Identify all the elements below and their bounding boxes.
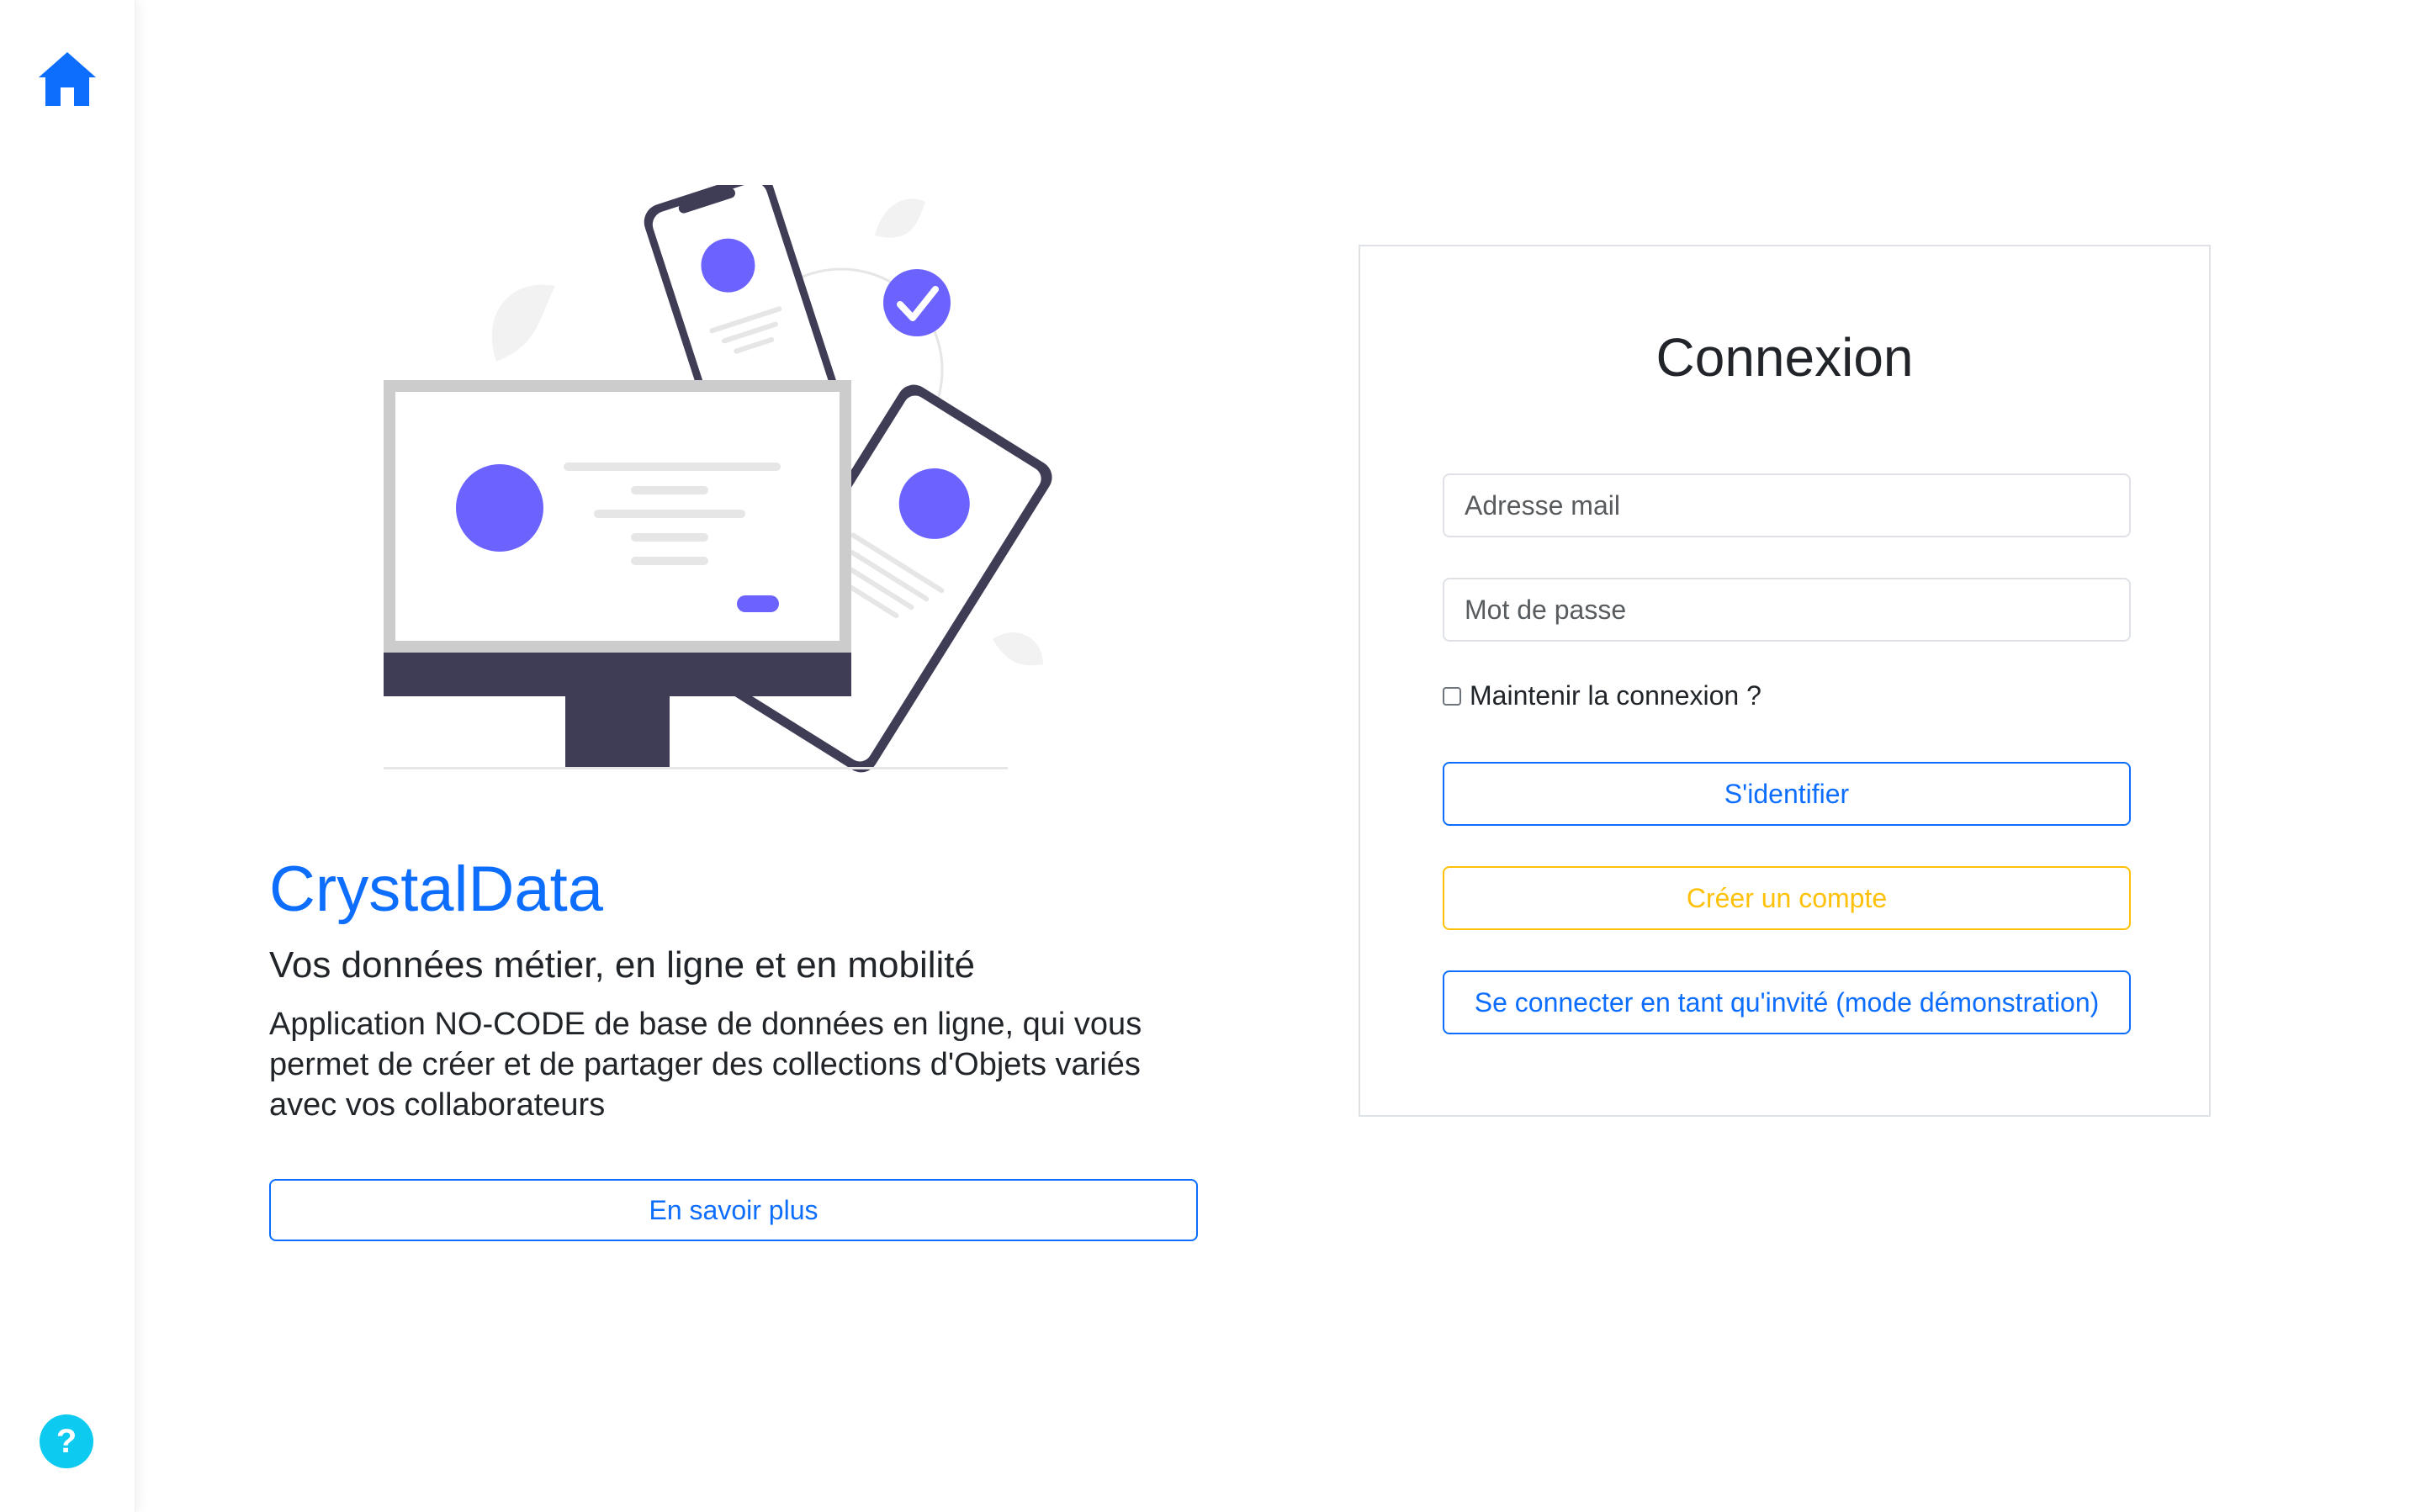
- sidebar: ?: [0, 0, 135, 1512]
- ground-line: [384, 767, 1008, 769]
- login-button[interactable]: S'identifier: [1443, 762, 2131, 826]
- login-title: Connexion: [1655, 327, 1914, 388]
- question-icon[interactable]: ?: [40, 1414, 93, 1468]
- description: Application NO-CODE de base de données e…: [269, 1007, 1142, 1123]
- devices-illustration: [370, 173, 1094, 774]
- guest-login-button[interactable]: Se connecter en tant qu'invité (mode dém…: [1443, 970, 2131, 1034]
- leaf-decoration: [875, 198, 925, 238]
- email-input[interactable]: [1443, 473, 2131, 537]
- leaf-decoration: [993, 632, 1043, 666]
- remember-checkbox[interactable]: [1443, 686, 1461, 706]
- create-account-button[interactable]: Créer un compte: [1443, 866, 2131, 930]
- brand-title: CrystalData: [269, 854, 603, 925]
- home-icon[interactable]: [35, 49, 99, 109]
- remember-me[interactable]: Maintenir la connexion ?: [1443, 680, 1761, 711]
- leaf-decoration: [491, 284, 555, 362]
- learn-more-button[interactable]: En savoir plus: [269, 1179, 1198, 1241]
- remember-label: Maintenir la connexion ?: [1470, 680, 1761, 711]
- check-icon: [883, 269, 951, 336]
- password-input[interactable]: [1443, 578, 2131, 642]
- login-card: Connexion Maintenir la connexion ? S'ide…: [1359, 245, 2211, 1117]
- tagline: Vos données métier, en ligne et en mobil…: [269, 944, 975, 986]
